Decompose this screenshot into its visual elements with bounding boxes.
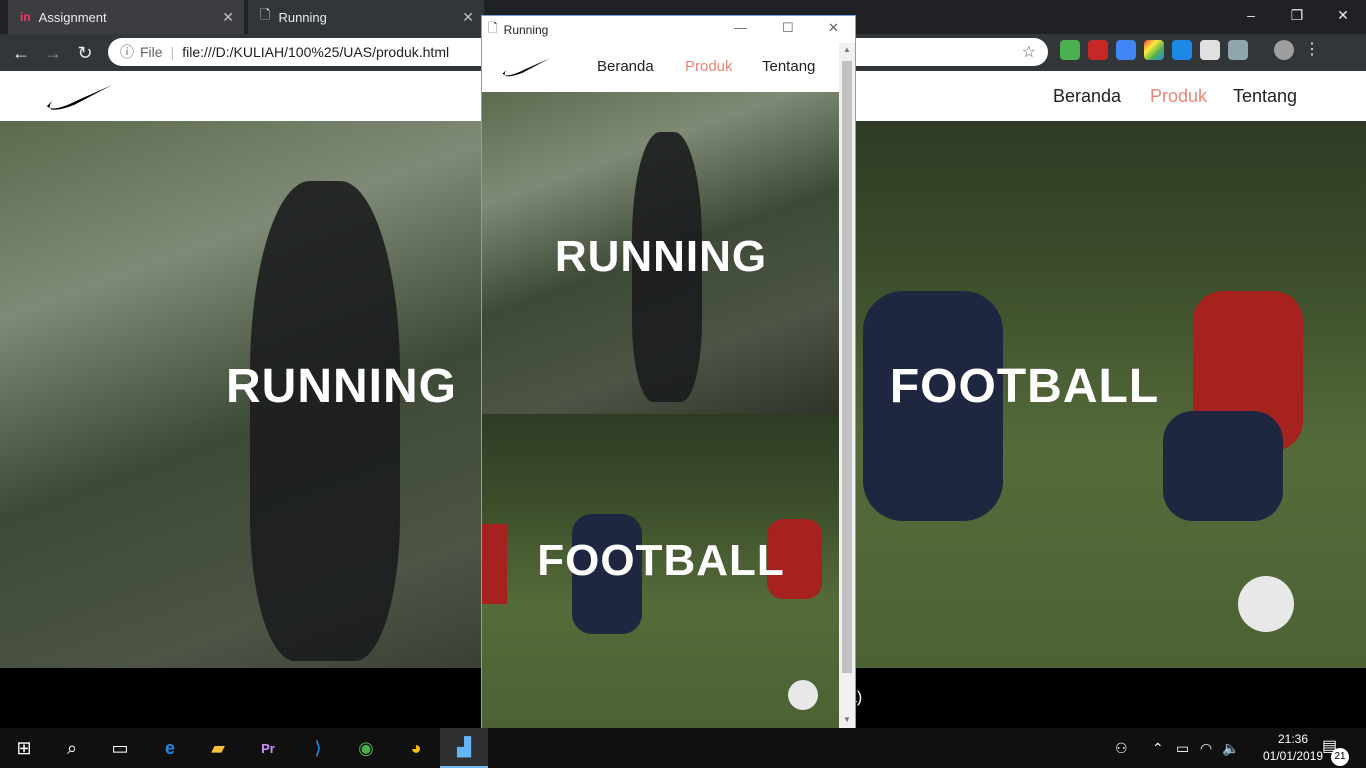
extension-globe-icon[interactable] [1060,40,1080,60]
close-icon[interactable]: ✕ [828,20,839,36]
nav-beranda[interactable]: Beranda [1053,86,1121,107]
nike-swoosh-logo[interactable] [502,56,550,78]
extension-red-icon[interactable] [1088,40,1108,60]
clock[interactable]: 21:36 01/01/2019 [1258,731,1328,765]
nav-produk[interactable]: Produk [685,58,733,75]
document-icon: 🗋 [260,7,271,22]
runner-figure [250,181,400,661]
people-icon[interactable]: ⚇ [1115,728,1128,768]
profile-avatar-icon[interactable] [1274,40,1294,60]
popup-window: 🗋 Running — ☐ ✕ Beranda Produk Tentang R… [481,15,856,729]
info-icon[interactable]: ⓘ [120,42,134,62]
site-header: Beranda Produk Tentang [482,43,840,92]
reload-icon[interactable]: ↻ [72,40,98,66]
menu-icon[interactable]: ⋮ [1302,40,1322,60]
windows-taskbar: ⊞ ⌕ ▭ e ▰ Pr ⟩ ◉ ◕ ▟ ⚇ ⌃ ▭ ◠ 🔈 21:36 01/… [0,728,1366,768]
notification-badge: 21 [1331,748,1349,766]
tab-label: Assignment [38,9,107,25]
document-icon: 🗋 [488,21,498,35]
vertical-scrollbar[interactable]: ▲ ▼ [839,43,855,729]
panel-title: FOOTBALL [537,536,785,585]
scrollbar-thumb[interactable] [842,61,852,673]
soccer-ball [788,680,818,710]
back-icon[interactable]: ← [8,40,34,66]
chevron-up-icon[interactable]: ⌃ [1152,728,1164,768]
extension-icons: ⋮ [1060,40,1322,60]
window-controls: – ❐ ✕ [1228,0,1366,34]
clock-date: 01/01/2019 [1262,749,1324,763]
maximize-icon[interactable]: ☐ [782,20,794,36]
file-explorer-icon[interactable]: ▰ [194,728,242,768]
nav-beranda[interactable]: Beranda [597,58,654,75]
star-icon[interactable]: ☆ [1022,42,1036,62]
tab-label: Running [278,9,327,25]
player-shorts-figure [1163,411,1283,521]
scroll-down-arrow-icon[interactable]: ▼ [839,715,855,729]
vscode-icon[interactable]: ⟩ [294,728,342,768]
popup-titlebar: 🗋 Running — ☐ ✕ [482,16,855,43]
panel-title: RUNNING [554,232,768,281]
wifi-icon[interactable]: ◠ [1200,728,1212,768]
app-globe-icon[interactable]: ◉ [342,728,390,768]
popup-title: Running [503,22,549,37]
download-icon[interactable] [1172,40,1192,60]
football-panel[interactable]: FOOTBALL [482,414,840,729]
forward-icon[interactable]: → [40,40,66,66]
nike-swoosh-logo[interactable] [46,83,112,111]
volume-icon[interactable]: 🔈 [1222,728,1239,768]
nav-tentang[interactable]: Tentang [1233,86,1297,107]
tab-running[interactable]: 🗋 Running ✕ [248,0,484,34]
divider: | [170,44,175,60]
running-panel[interactable]: RUNNING [482,92,840,414]
scroll-up-arrow-icon[interactable]: ▲ [839,45,855,59]
popup-viewport: Beranda Produk Tentang RUNNING FOOTBALL [482,43,840,729]
url-text[interactable]: file:///D:/KULIAH/100%25/UAS/produk.html [182,44,449,60]
color-picker-icon[interactable] [1144,40,1164,60]
premiere-icon[interactable]: Pr [244,728,292,768]
app-active-icon[interactable]: ▟ [440,728,488,768]
minimize-icon[interactable]: — [734,20,747,35]
scheme-label: File [140,44,163,60]
task-view-icon[interactable]: ▭ [96,728,144,768]
battery-icon[interactable]: ▭ [1176,728,1189,768]
chrome-icon[interactable]: ◕ [392,728,440,768]
invision-icon: in [20,10,31,24]
soccer-ball [1238,576,1294,632]
minimize-icon[interactable]: – [1228,0,1274,30]
nav-tentang[interactable]: Tentang [762,58,815,75]
extension-gray-icon[interactable] [1200,40,1220,60]
close-icon[interactable]: ✕ [462,9,474,26]
close-window-icon[interactable]: ✕ [1320,0,1366,30]
restore-icon[interactable]: ❐ [1274,0,1320,30]
translate-icon[interactable] [1116,40,1136,60]
nav-produk[interactable]: Produk [1150,86,1207,107]
close-icon[interactable]: ✕ [222,9,234,26]
edge-icon[interactable]: e [146,728,194,768]
shield-icon[interactable] [1228,40,1248,60]
search-icon[interactable]: ⌕ [48,728,96,768]
tab-assignment[interactable]: in Assignment ✕ [8,0,244,34]
windows-start-icon[interactable]: ⊞ [0,728,48,768]
clock-time: 21:36 [1277,732,1309,746]
